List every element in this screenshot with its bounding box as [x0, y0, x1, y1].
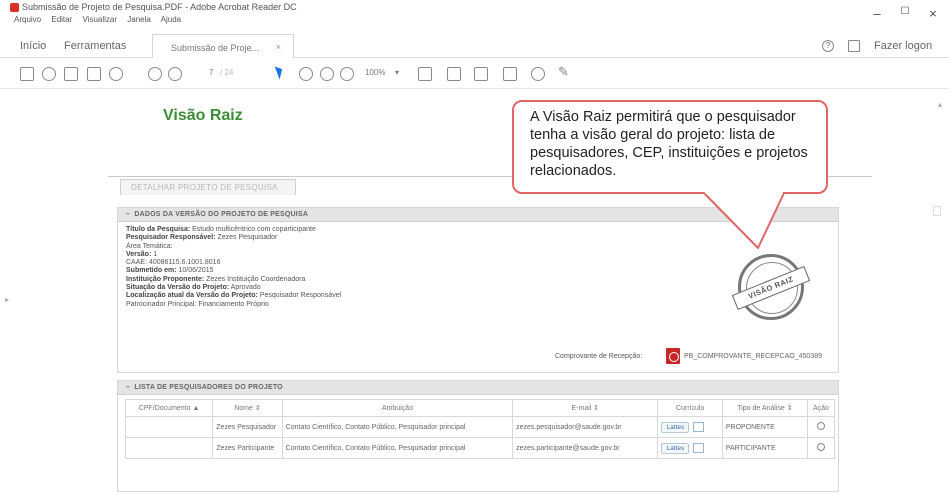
- col-tipo[interactable]: Tipo de Análise ⇕: [721, 399, 808, 417]
- tab-ferramentas[interactable]: Ferramentas: [64, 40, 126, 52]
- scroll-up-icon[interactable]: ▴: [938, 100, 942, 109]
- table-row: Zezes Participante Contato Científico, C…: [124, 437, 836, 459]
- email-icon[interactable]: [87, 67, 101, 81]
- col-cpf[interactable]: CPF/Documento ▲: [124, 399, 214, 417]
- curriculo-file-icon[interactable]: [693, 421, 705, 432]
- view-action-icon[interactable]: [816, 422, 825, 430]
- researchers-panel-header[interactable]: – LISTA DE PESQUISADORES DO PROJETO: [118, 381, 838, 395]
- field-submetido: Submetido em: 10/06/2015: [126, 267, 214, 275]
- cell-tipo: PARTICIPANTE: [721, 437, 808, 459]
- maximize-button[interactable]: ☐: [898, 6, 912, 17]
- cell-tipo: PROPONENTE: [721, 416, 808, 438]
- menu-editar[interactable]: Editar: [51, 15, 72, 24]
- cell-atribuicao: Contato Científico, Contato Público, Pes…: [281, 416, 514, 438]
- field-instituicao: Instituição Proponente: Zezes Instituiçã…: [126, 275, 306, 283]
- menu-visualizar[interactable]: Visualizar: [83, 15, 118, 24]
- upload-icon[interactable]: [42, 67, 56, 81]
- cell-curriculo: Lattes: [657, 437, 723, 459]
- cell-acao: [806, 437, 836, 459]
- pdf-file-icon[interactable]: [666, 348, 680, 364]
- lattes-button[interactable]: Lattes: [661, 421, 690, 433]
- table-header-row: CPF/Documento ▲ Nome ⇕ Atribuição E-mail…: [124, 399, 836, 417]
- visao-raiz-title: Visão Raiz: [163, 107, 243, 124]
- annotation-callout: A Visão Raiz permitirá que o pesquisador…: [512, 100, 828, 194]
- view-action-icon[interactable]: [816, 443, 825, 451]
- menu-arquivo[interactable]: Arquivo: [14, 15, 41, 24]
- close-button[interactable]: ×: [926, 6, 940, 21]
- tab-document-label: Submissão de Proje...: [171, 43, 260, 53]
- field-patrocinador: Patrocinador Principal: Financiamento Pr…: [126, 300, 269, 308]
- page-number-input[interactable]: 7: [209, 68, 213, 77]
- field-area: Área Temática:: [126, 242, 173, 250]
- field-pesquisador: Pesquisador Responsável: Zezes Pesquisad…: [126, 234, 278, 242]
- field-versao: Versão: 1: [126, 250, 158, 258]
- callout-tail: [703, 192, 785, 249]
- menu-ajuda[interactable]: Ajuda: [161, 15, 181, 24]
- col-nome[interactable]: Nome ⇕: [212, 399, 283, 417]
- page-view-icon[interactable]: [447, 67, 461, 81]
- read-mode-icon[interactable]: [503, 67, 517, 81]
- window-title: Submissão de Projeto de Pesquisa.PDF - A…: [22, 2, 297, 12]
- menu-janela[interactable]: Janela: [127, 15, 151, 24]
- help-icon[interactable]: ?: [822, 40, 834, 52]
- field-caae: CAAE: 40086115.6.1001.8016: [126, 259, 221, 267]
- col-curriculo: Currículo: [657, 399, 723, 417]
- menu-bar: Arquivo Editar Visualizar Janela Ajuda: [14, 15, 189, 27]
- field-situacao: Situação da Versão do Projeto: Aprovado: [126, 284, 261, 292]
- col-atribuicao: Atribuição: [281, 399, 514, 417]
- toolbar: 7 / 24 100% ▾ ✎: [0, 59, 949, 89]
- left-panel-caret-icon[interactable]: ▸: [5, 295, 9, 304]
- cell-cpf: [124, 416, 214, 438]
- comprovante-label: Comprovante de Recepção:: [555, 353, 643, 360]
- minimize-button[interactable]: –: [870, 6, 884, 21]
- document-area[interactable]: ▸ ▴ Visão Raiz A Visão Raiz permitirá qu…: [0, 90, 949, 495]
- acrobat-logo-icon: [10, 3, 19, 12]
- cell-nome: Zezes Pesquisador: [212, 416, 283, 438]
- scroll-mode-icon[interactable]: [474, 67, 488, 81]
- researchers-table: CPF/Documento ▲ Nome ⇕ Atribuição E-mail…: [124, 399, 836, 459]
- panel-toggle-icon[interactable]: [848, 40, 860, 52]
- comprovante-file-link[interactable]: PB_COMPROVANTE_RECEPCAO_450389: [684, 353, 822, 360]
- comment-icon[interactable]: [531, 67, 545, 81]
- version-info: Título da Pesquisa: Estudo multicêntrico…: [126, 226, 341, 309]
- zoom-in-icon[interactable]: [340, 67, 354, 81]
- page-down-icon[interactable]: [168, 67, 182, 81]
- cell-cpf: [124, 437, 214, 459]
- close-tab-icon[interactable]: ×: [276, 42, 281, 52]
- hand-tool-icon[interactable]: [299, 67, 313, 81]
- tab-inicio[interactable]: Início: [20, 40, 46, 52]
- create-icon[interactable]: [20, 67, 34, 81]
- cell-acao: [806, 416, 836, 438]
- curriculo-file-icon[interactable]: [693, 442, 705, 453]
- col-email[interactable]: E-mail ⇕: [512, 399, 659, 417]
- pen-icon[interactable]: ✎: [558, 64, 569, 80]
- login-link[interactable]: Fazer logon: [874, 40, 932, 52]
- table-row: Zezes Pesquisador Contato Científico, Co…: [124, 416, 836, 438]
- page-up-icon[interactable]: [148, 67, 162, 81]
- fit-page-icon[interactable]: [418, 67, 432, 81]
- zoom-dropdown-icon[interactable]: ▾: [395, 68, 399, 77]
- print-icon[interactable]: [64, 67, 78, 81]
- cell-curriculo: Lattes: [657, 416, 723, 438]
- cell-email: zezes.pesquisador@saude.gov.br: [512, 416, 659, 438]
- field-localizacao: Localização atual da Versão do Projeto: …: [126, 292, 342, 300]
- cell-email: zezes.participante@saude.gov.br: [512, 437, 659, 459]
- tabs-row: Início Ferramentas Submissão de Proje...…: [0, 30, 949, 58]
- select-cursor-icon[interactable]: [274, 64, 286, 80]
- detalhar-tab[interactable]: DETALHAR PROJETO DE PESQUISA: [120, 179, 296, 195]
- researchers-panel-title: LISTA DE PESQUISADORES DO PROJETO: [134, 384, 283, 391]
- version-panel-title: DADOS DA VERSÃO DO PROJETO DE PESQUISA: [134, 211, 309, 218]
- field-titulo: Título da Pesquisa: Estudo multicêntrico…: [126, 226, 316, 233]
- tab-document[interactable]: Submissão de Proje... ×: [152, 34, 294, 58]
- col-acao: Ação: [806, 399, 836, 417]
- cell-nome: Zezes Participante: [212, 437, 283, 459]
- zoom-select[interactable]: 100%: [365, 68, 385, 77]
- researchers-panel: – LISTA DE PESQUISADORES DO PROJETO CPF/…: [117, 380, 839, 492]
- zoom-out-icon[interactable]: [320, 67, 334, 81]
- cell-atribuicao: Contato Científico, Contato Público, Pes…: [281, 437, 514, 459]
- lattes-button[interactable]: Lattes: [661, 442, 690, 454]
- search-icon[interactable]: [109, 67, 123, 81]
- page-total: / 24: [220, 68, 234, 77]
- side-panel-icon[interactable]: [933, 206, 941, 216]
